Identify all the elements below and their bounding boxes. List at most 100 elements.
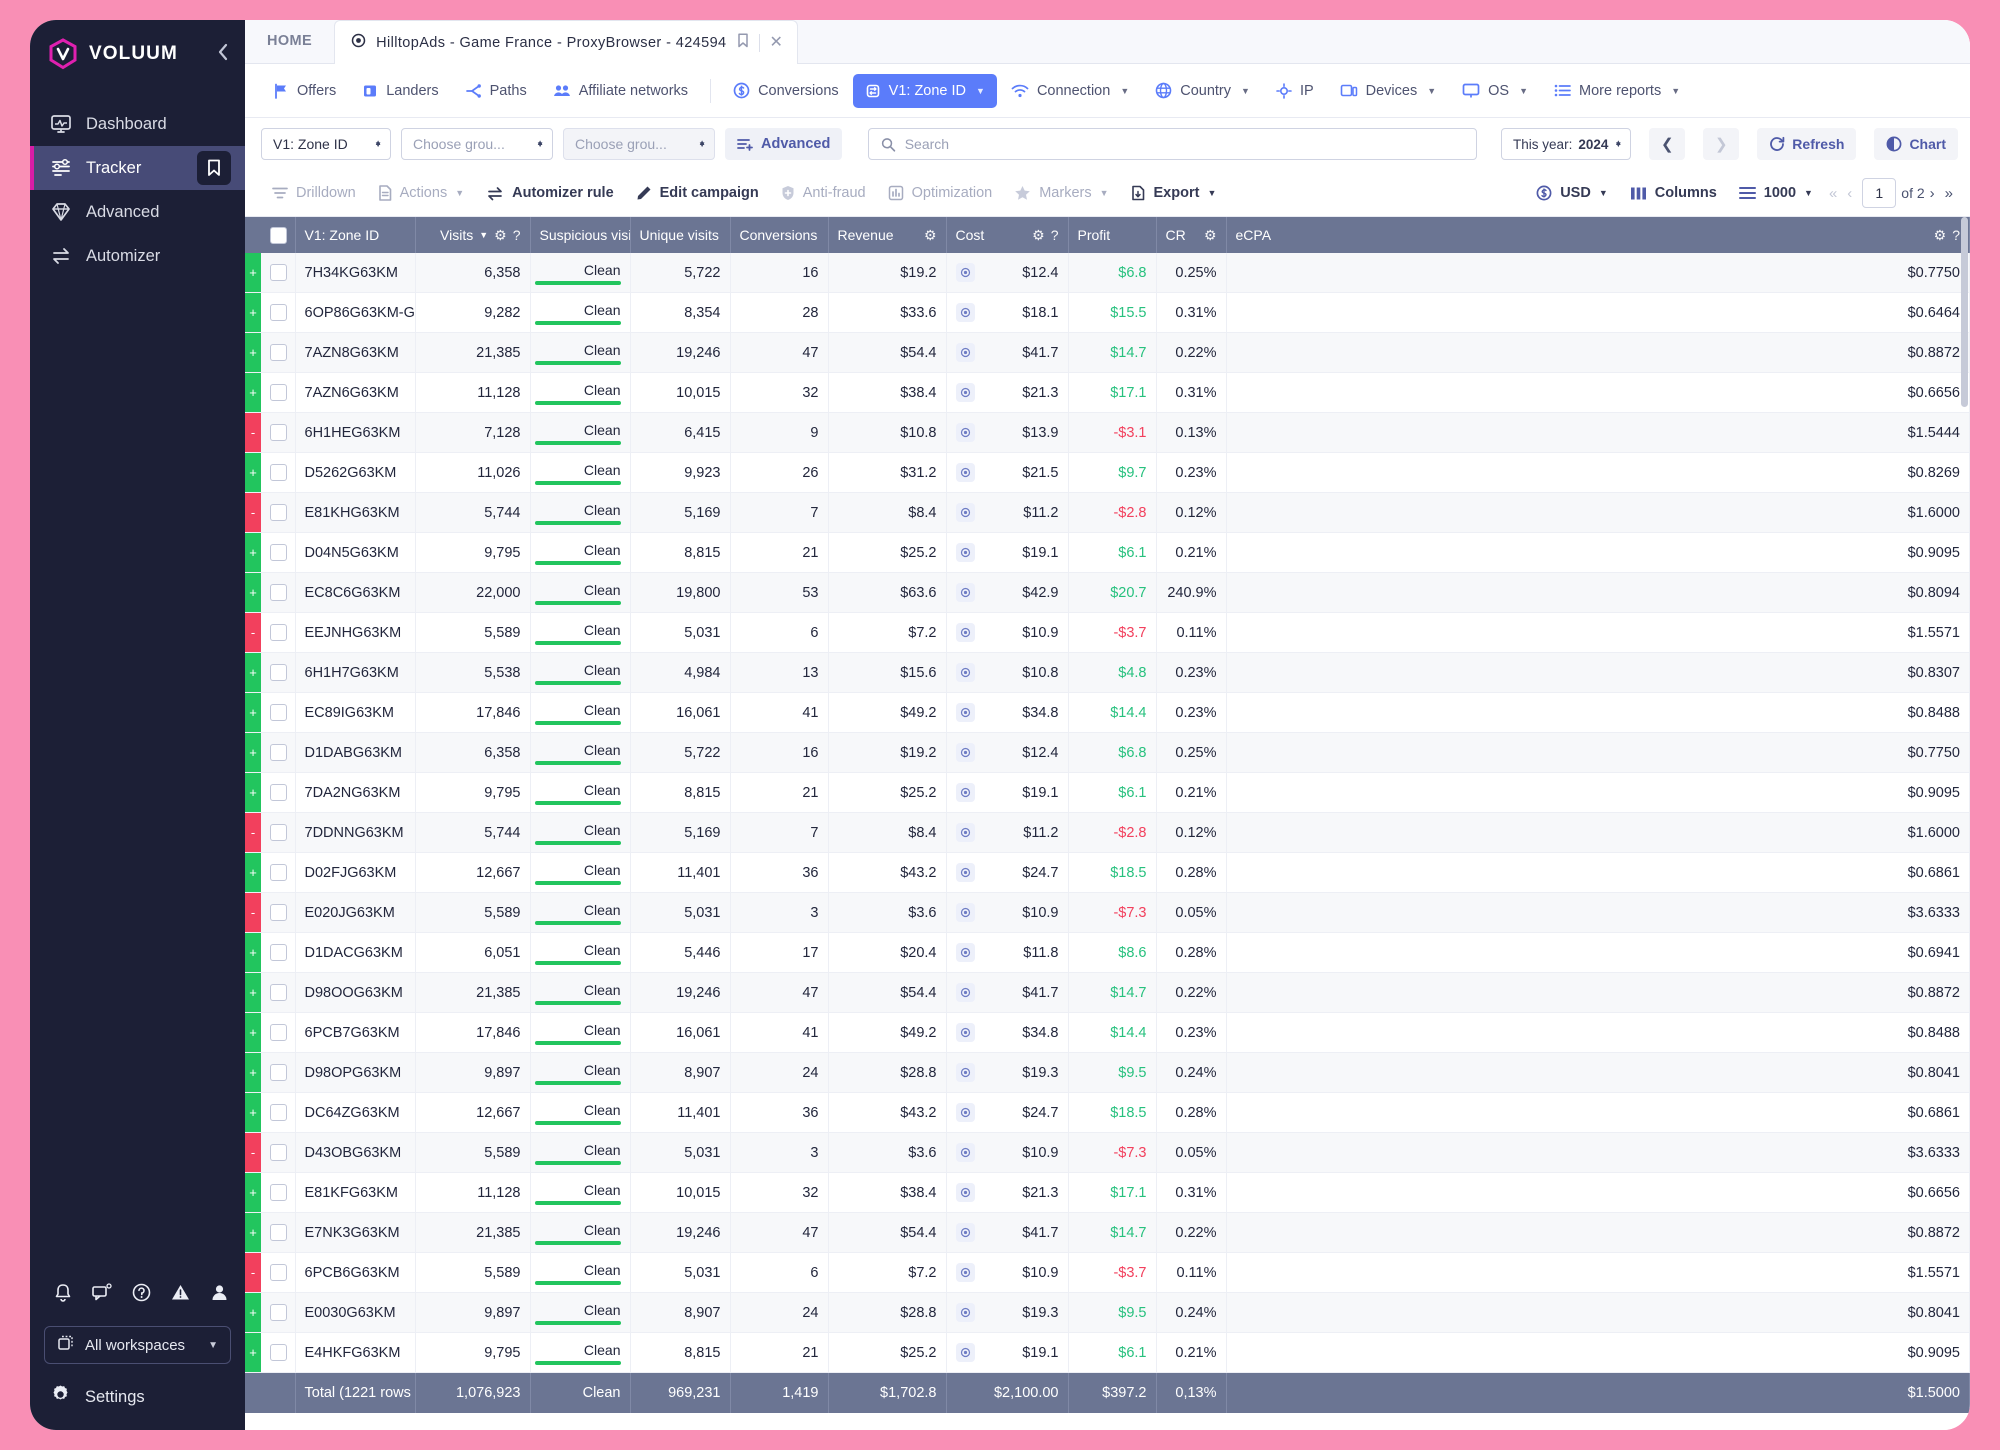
next-page-button[interactable]: › xyxy=(1925,185,1940,202)
table-row[interactable]: + D1DACG63KM 6,051 Clean 5,446 17 $20.4 $11.8 $8… xyxy=(245,932,1970,973)
tab-bookmark-icon[interactable] xyxy=(737,33,749,52)
automizer-rule-button[interactable]: Automizer rule xyxy=(475,178,625,208)
row-checkbox[interactable] xyxy=(270,624,287,641)
row-checkbox[interactable] xyxy=(270,1344,287,1361)
row-checkbox[interactable] xyxy=(270,864,287,881)
row-checkbox[interactable] xyxy=(270,424,287,441)
row-checkbox[interactable] xyxy=(270,384,287,401)
row-checkbox[interactable] xyxy=(270,504,287,521)
search-box[interactable] xyxy=(868,128,1478,160)
help-icon[interactable]: ? xyxy=(1051,227,1059,243)
row-checkbox[interactable] xyxy=(270,744,287,761)
chat-icon[interactable] xyxy=(92,1282,112,1308)
row-checkbox-cell[interactable] xyxy=(261,732,296,773)
tab-home[interactable]: HOME xyxy=(245,20,334,63)
row-checkbox-cell[interactable] xyxy=(261,812,296,853)
cost-target-icon[interactable] xyxy=(955,703,975,722)
row-checkbox-cell[interactable] xyxy=(261,292,296,333)
close-icon[interactable]: ✕ xyxy=(770,34,784,51)
cost-target-icon[interactable] xyxy=(955,1103,975,1122)
table-row[interactable]: + EC8C6G63KM 22,000 Clean 19,800 53 $63.6 $42.9… xyxy=(245,572,1970,613)
cost-target-icon[interactable] xyxy=(955,263,975,282)
row-checkbox-cell[interactable] xyxy=(261,1012,296,1053)
cost-target-icon[interactable] xyxy=(955,1263,975,1282)
grouping-select-1[interactable]: V1: Zone ID ▲ ▼ xyxy=(261,128,391,160)
table-row[interactable]: + D04N5G63KM 9,795 Clean 8,815 21 $25.2 $19.1 $6… xyxy=(245,532,1970,573)
row-checkbox[interactable] xyxy=(270,544,287,561)
row-checkbox-cell[interactable] xyxy=(261,652,296,693)
row-checkbox-cell[interactable] xyxy=(261,972,296,1013)
first-page-button[interactable]: « xyxy=(1824,185,1842,202)
row-checkbox-cell[interactable] xyxy=(261,1292,296,1333)
last-page-button[interactable]: » xyxy=(1940,185,1958,202)
table-row[interactable]: -6PCB6G63KM 5,589 Clean 5,031 6 $7.2 $10.9 -$3.… xyxy=(245,1252,1970,1293)
report-affiliate-networks[interactable]: Affiliate networks xyxy=(541,74,700,108)
scrollbar-thumb[interactable] xyxy=(1961,217,1968,407)
gear-icon[interactable]: ⚙ xyxy=(1934,227,1947,244)
row-checkbox[interactable] xyxy=(270,344,287,361)
cost-target-icon[interactable] xyxy=(955,623,975,642)
sidebar-item-tracker[interactable]: Tracker xyxy=(30,146,245,190)
row-checkbox[interactable] xyxy=(270,904,287,921)
header-suspicious[interactable]: Suspicious visit xyxy=(530,217,631,253)
cost-target-icon[interactable] xyxy=(955,1343,975,1362)
header-select-all[interactable] xyxy=(261,217,296,253)
row-checkbox-cell[interactable] xyxy=(261,253,296,293)
row-checkbox[interactable] xyxy=(270,1224,287,1241)
table-row[interactable]: + D98OPG63KM 9,897 Clean 8,907 24 $28.8 $19.3 $9… xyxy=(245,1052,1970,1093)
cost-target-icon[interactable] xyxy=(955,383,975,402)
cost-target-icon[interactable] xyxy=(955,943,975,962)
table-row[interactable]: - EEJNHG63KM 5,589 Clean 5,031 6 $7.2 $10.9 -$3.… xyxy=(245,612,1970,653)
table-row[interactable]: - D43OBG63KM 5,589 Clean 5,031 3 $3.6 $10.9 -$7.… xyxy=(245,1132,1970,1173)
row-checkbox[interactable] xyxy=(270,1304,287,1321)
table-row[interactable]: +6H1H7G63KM 5,538 Clean 4,984 13 $15.6 $10.8 $4… xyxy=(245,652,1970,693)
table-row[interactable]: + E81KFG63KM 11,128 Clean 10,015 32 $38.4 $21.3… xyxy=(245,1172,1970,1213)
header-ecpa[interactable]: eCPA ⚙? xyxy=(1226,217,1970,253)
table-row[interactable]: +7AZN8G63KM 21,385 Clean 19,246 47 $54.4 $41.7… xyxy=(245,332,1970,373)
table-scrollbar[interactable] xyxy=(1961,217,1968,1430)
row-checkbox-cell[interactable] xyxy=(261,852,296,893)
row-checkbox-cell[interactable] xyxy=(261,1212,296,1253)
table-row[interactable]: - E81KHG63KM 5,744 Clean 5,169 7 $8.4 $11.2 -$2.… xyxy=(245,492,1970,533)
drilldown-button[interactable]: Drilldown xyxy=(261,178,367,208)
cost-target-icon[interactable] xyxy=(955,1223,975,1242)
date-range-selector[interactable]: This year: 2024 ▲ ▼ xyxy=(1501,128,1632,160)
table-row[interactable]: + E7NK3G63KM 21,385 Clean 19,246 47 $54.4 $41.7… xyxy=(245,1212,1970,1253)
report-conversions[interactable]: Conversions xyxy=(721,74,851,108)
row-checkbox-cell[interactable] xyxy=(261,1052,296,1093)
table-row[interactable]: -6H1HEG63KM 7,128 Clean 6,415 9 $10.8 $13.9 -$3… xyxy=(245,412,1970,453)
header-cost[interactable]: Cost ⚙? xyxy=(946,217,1069,253)
row-checkbox-cell[interactable] xyxy=(261,1332,296,1373)
cost-target-icon[interactable] xyxy=(955,783,975,802)
table-row[interactable]: + D02FJG63KM 12,667 Clean 11,401 36 $43.2 $24.7… xyxy=(245,852,1970,893)
row-checkbox-cell[interactable] xyxy=(261,1132,296,1173)
row-checkbox[interactable] xyxy=(270,704,287,721)
sidebar-item-dashboard[interactable]: Dashboard xyxy=(30,102,245,146)
row-checkbox-cell[interactable] xyxy=(261,1172,296,1213)
export-button[interactable]: Export ▼ xyxy=(1120,178,1228,208)
markers-button[interactable]: Markers ▼ xyxy=(1003,178,1119,208)
chart-button[interactable]: Chart xyxy=(1874,128,1958,160)
bell-icon[interactable] xyxy=(54,1283,72,1308)
header-zone[interactable]: V1: Zone ID xyxy=(295,217,416,253)
gear-icon[interactable]: ⚙ xyxy=(924,227,937,244)
gear-icon[interactable]: ⚙ xyxy=(1032,227,1045,244)
cost-target-icon[interactable] xyxy=(955,743,975,762)
help-icon[interactable]: ? xyxy=(1952,227,1960,243)
cost-target-icon[interactable] xyxy=(955,903,975,922)
report-connection[interactable]: Connection ▼ xyxy=(999,74,1141,108)
cost-target-icon[interactable] xyxy=(955,303,975,322)
row-checkbox[interactable] xyxy=(270,1144,287,1161)
row-checkbox-cell[interactable] xyxy=(261,692,296,733)
table-row[interactable]: +7AZN6G63KM 11,128 Clean 10,015 32 $38.4 $21.3… xyxy=(245,372,1970,413)
row-checkbox[interactable] xyxy=(270,1024,287,1041)
cost-target-icon[interactable] xyxy=(955,1143,975,1162)
header-profit[interactable]: Profit xyxy=(1068,217,1157,253)
help-icon[interactable] xyxy=(132,1283,151,1307)
row-checkbox[interactable] xyxy=(270,584,287,601)
row-checkbox[interactable] xyxy=(270,944,287,961)
cost-target-icon[interactable] xyxy=(955,1303,975,1322)
sidebar-item-automizer[interactable]: Automizer xyxy=(30,234,245,278)
header-revenue[interactable]: Revenue ⚙ xyxy=(828,217,947,253)
row-checkbox-cell[interactable] xyxy=(261,1092,296,1133)
